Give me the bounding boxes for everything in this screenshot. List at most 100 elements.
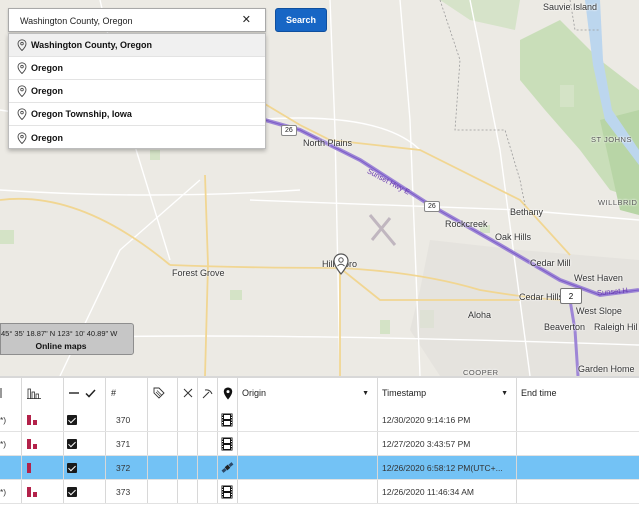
close-icon [183, 388, 193, 398]
place-label: Cedar Hills [519, 292, 564, 302]
film-icon [221, 437, 233, 450]
tag-icon [153, 387, 165, 399]
bar-chart-icon [27, 388, 41, 399]
place-label: North Plains [303, 138, 353, 148]
table-row-selected[interactable]: 372 12/26/2020 6:58:12 PM(UTC+... [0, 456, 639, 480]
origin-cell [238, 432, 378, 455]
pickaxe-icon [202, 388, 213, 398]
suggestion-item[interactable]: Oregon Township, Iowa [9, 103, 265, 126]
suggestion-item[interactable]: Washington County, Oregon [9, 34, 265, 57]
delete-cell [178, 408, 198, 431]
column-header-timestamp[interactable]: Timestamp ▼ [378, 378, 517, 408]
end-time-cell [517, 432, 639, 455]
map-view[interactable]: Sauvie Island North Plains ST JOHNS WILL… [0, 0, 639, 376]
type-cell [218, 432, 238, 455]
table-row[interactable]: *) 373 12/26/2020 11:46:34 AM [0, 480, 639, 504]
tool-cell [198, 432, 218, 455]
film-icon [221, 485, 233, 498]
location-pin-icon [223, 387, 233, 399]
chart-cell [22, 456, 64, 479]
origin-header-label: Origin [242, 388, 267, 398]
sort-dropdown-icon[interactable]: ▼ [501, 390, 508, 397]
chart-cell [22, 408, 64, 431]
route-shield: 26 [281, 125, 297, 136]
row-id: 372 [106, 456, 148, 479]
column-header-number[interactable]: # [106, 378, 148, 408]
checkbox-cell [64, 456, 106, 479]
timestamp-cell: 12/30/2020 9:14:16 PM [378, 408, 517, 431]
column-header-flag[interactable] [0, 378, 22, 408]
row-checkbox[interactable] [67, 486, 77, 497]
suggestion-label: Oregon [31, 86, 64, 96]
suggestion-label: Oregon [31, 132, 64, 143]
coordinates-panel: 45° 35' 18.87" N 123° 10' 40.89" W Onlin… [0, 323, 134, 355]
table-row[interactable]: *) 371 12/27/2020 3:43:57 PM [0, 432, 639, 456]
row-checkbox[interactable] [67, 438, 77, 449]
tag-cell [148, 432, 178, 455]
bar-chart-icon [27, 438, 39, 449]
place-label: West Slope [576, 306, 622, 316]
minus-icon [69, 392, 79, 394]
bar-chart-icon [27, 486, 39, 497]
place-label: Forest Grove [172, 268, 225, 278]
place-label: Beaverton [544, 322, 586, 332]
type-cell [218, 480, 238, 503]
location-marker-icon[interactable] [333, 253, 349, 280]
place-label: COOPER [463, 368, 499, 376]
bar-chart-icon [27, 414, 39, 425]
row-checkbox[interactable] [67, 462, 77, 473]
location-pin-icon [17, 131, 27, 144]
search-box: ✕ [8, 8, 266, 32]
origin-cell [238, 456, 378, 479]
tool-cell [198, 408, 218, 431]
row-checkbox[interactable] [67, 414, 77, 425]
suggestion-item[interactable]: Oregon [9, 80, 265, 103]
tool-cell [198, 456, 218, 479]
place-label: WILLBRID [598, 198, 638, 207]
column-header-end-time[interactable]: End time [517, 378, 639, 408]
place-label: West Haven [574, 273, 623, 283]
cluster-marker[interactable]: 2 [560, 288, 582, 304]
column-header-tag[interactable] [148, 378, 178, 408]
column-header-delete[interactable] [178, 378, 198, 408]
row-prefix: *) [0, 408, 22, 431]
column-header-origin[interactable]: Origin ▼ [238, 378, 378, 408]
online-maps-button[interactable]: Online maps [1, 341, 121, 351]
suggestion-label: Oregon [31, 63, 64, 73]
column-header-location[interactable] [218, 378, 238, 408]
sort-dropdown-icon[interactable]: ▼ [362, 390, 369, 397]
records-grid: # Origin ▼ Timestamp ▼ End time *) 370 1… [0, 376, 639, 512]
end-time-cell [517, 480, 639, 503]
flag-icon [0, 388, 2, 398]
search-button[interactable]: Search [275, 8, 327, 32]
place-label: Cedar Mill [530, 258, 571, 268]
checkbox-cell [64, 408, 106, 431]
column-header-chart[interactable] [22, 378, 64, 408]
timestamp-header-label: Timestamp [382, 388, 427, 398]
chart-cell [22, 480, 64, 503]
checkbox-cell [64, 432, 106, 455]
search-input[interactable] [20, 14, 230, 27]
timestamp-cell: 12/26/2020 11:46:34 AM [378, 480, 517, 503]
delete-cell [178, 456, 198, 479]
delete-cell [178, 480, 198, 503]
table-row[interactable]: *) 370 12/30/2020 9:14:16 PM [0, 408, 639, 432]
timestamp-cell: 12/27/2020 3:43:57 PM [378, 432, 517, 455]
place-label: Oak Hills [495, 232, 532, 242]
suggestion-label: Oregon Township, Iowa [31, 109, 132, 119]
location-pin-icon [17, 39, 27, 51]
row-prefix: *) [0, 432, 22, 455]
column-header-check[interactable] [64, 378, 106, 408]
suggestion-item[interactable]: Oregon [9, 126, 265, 149]
clear-icon[interactable]: ✕ [242, 13, 251, 26]
origin-cell [238, 480, 378, 503]
place-label: ST JOHNS [591, 135, 632, 144]
location-pin-icon [17, 85, 27, 97]
location-pin-icon [17, 108, 27, 120]
suggestion-item[interactable]: Oregon [9, 57, 265, 80]
column-header-tool[interactable] [198, 378, 218, 408]
row-id: 373 [106, 480, 148, 503]
origin-cell [238, 408, 378, 431]
satellite-icon [221, 462, 234, 473]
location-pin-icon [17, 62, 27, 74]
